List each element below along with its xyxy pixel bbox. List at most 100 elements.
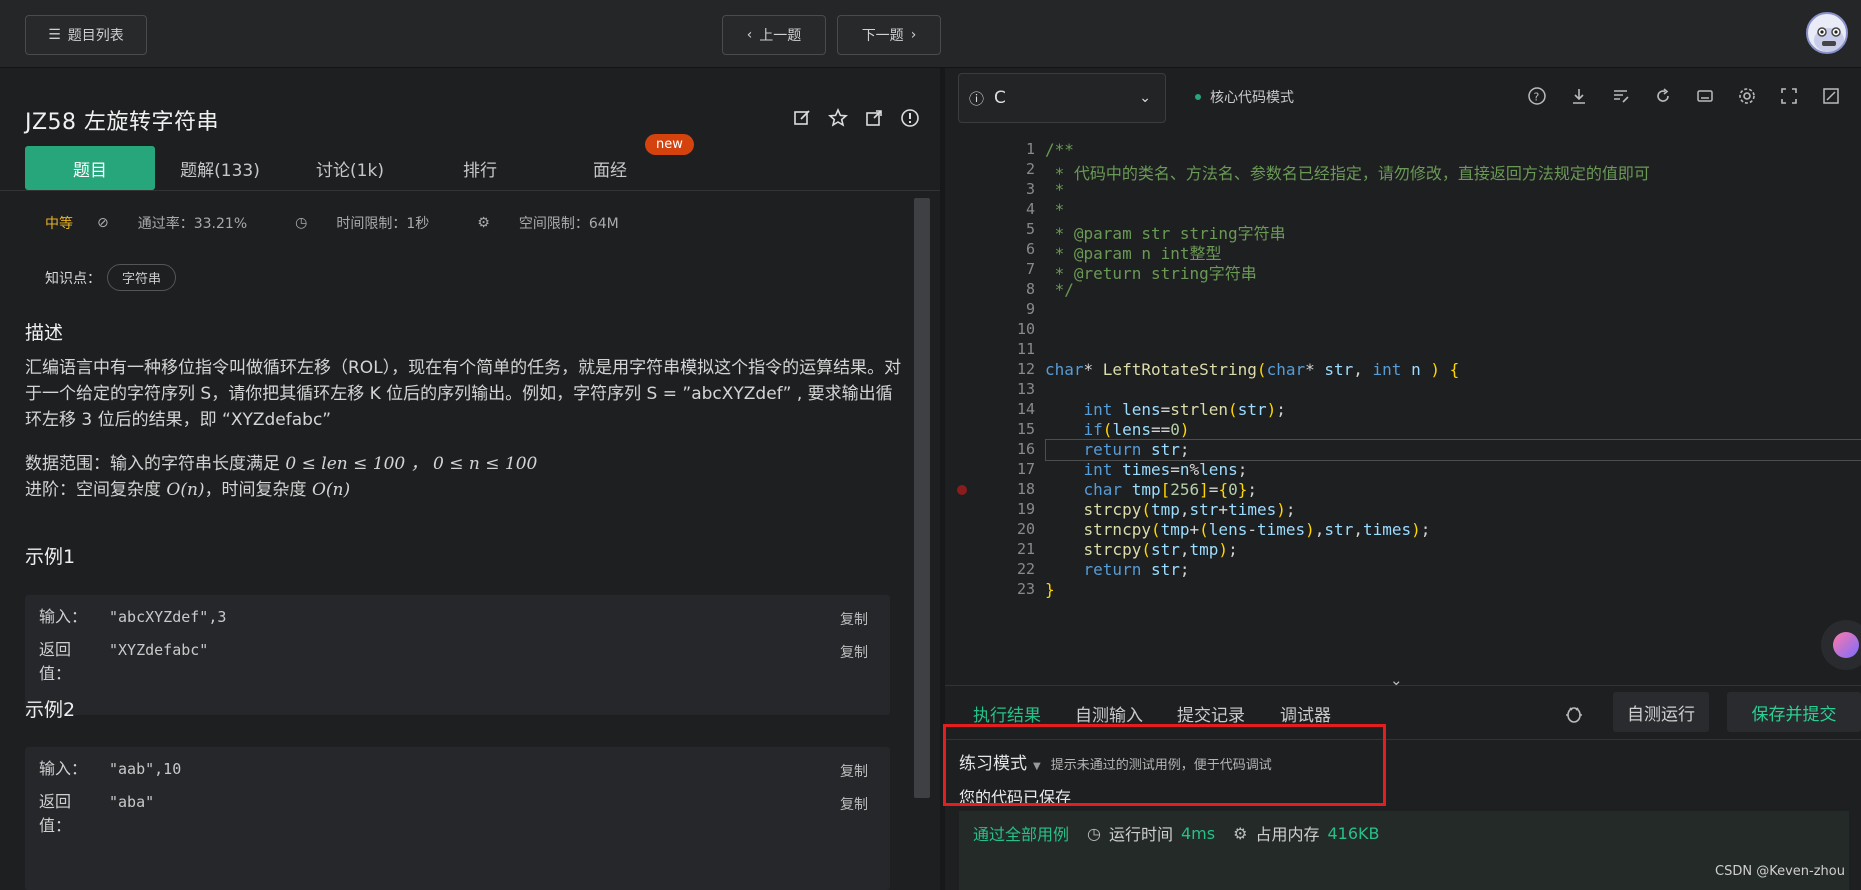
line-number[interactable]: 18 — [995, 480, 1035, 498]
split-view-icon[interactable] — [1821, 86, 1841, 106]
line-number[interactable]: 8 — [995, 280, 1035, 298]
run-button[interactable]: 自测运行 — [1613, 692, 1709, 732]
next-problem-button[interactable]: 下一题 › — [837, 15, 941, 55]
tab-debugger[interactable]: 调试器 — [1280, 701, 1331, 726]
stopwatch-icon: ◷ — [1087, 823, 1101, 843]
tab-execution-result[interactable]: 执行结果 — [973, 701, 1041, 726]
avatar-image-icon — [1814, 27, 1844, 52]
line-number[interactable]: 20 — [995, 520, 1035, 538]
example1-input-copy-button[interactable]: 复制 — [840, 609, 868, 629]
keyboard-icon[interactable] — [1695, 86, 1715, 106]
highlight-box — [943, 724, 1386, 806]
example2-box: 输入： "aab",10 复制 返回值： "aba" 复制 — [25, 747, 890, 890]
result-summary: 通过全部用例 ◷ 运行时间 4ms ⚙ 占用内存 416KB — [973, 821, 1379, 845]
settings-icon[interactable] — [1737, 86, 1757, 106]
line-number[interactable]: 13 — [995, 380, 1035, 398]
save-submit-button[interactable]: 保存并提交 — [1727, 692, 1861, 732]
problem-panel: JZ58 左旋转字符串 题目 题解(133) 讨论(1k) 排行 面经 new … — [0, 68, 940, 890]
tab-discussion[interactable]: 讨论(1k) — [285, 146, 415, 190]
code-line[interactable]: if(lens==0) — [1045, 420, 1190, 439]
code-line[interactable]: */ — [1045, 280, 1074, 299]
code-editor[interactable]: 1 /** 2 * 代码中的类名、方法名、参数名已经指定，请勿修改，直接返回方法规定… — [945, 140, 1861, 685]
example2-heading: 示例2 — [25, 699, 76, 721]
line-number[interactable]: 19 — [995, 500, 1035, 518]
code-line[interactable]: int times=n%lens; — [1045, 460, 1248, 479]
avatar[interactable] — [1806, 12, 1848, 54]
example2-output-row: 返回值： "aba" — [39, 790, 154, 838]
star-icon[interactable] — [828, 108, 848, 128]
line-number[interactable]: 11 — [995, 340, 1035, 358]
help-icon[interactable]: ? — [1527, 86, 1547, 106]
prev-problem-button[interactable]: ‹ 上一题 — [722, 15, 826, 55]
code-line[interactable]: char* LeftRotateString(char* str, int n … — [1045, 360, 1459, 379]
line-number[interactable]: 21 — [995, 540, 1035, 558]
share-icon[interactable] — [864, 108, 884, 128]
code-line[interactable]: } — [1045, 580, 1055, 599]
tab-submission-history[interactable]: 提交记录 — [1177, 701, 1245, 726]
line-number[interactable]: 16 — [995, 440, 1035, 458]
knowledge-tag[interactable]: 字符串 — [107, 264, 177, 291]
code-line[interactable]: char tmp[256]={0}; — [1045, 480, 1257, 499]
code-line[interactable]: * @return string字符串 — [1045, 260, 1257, 284]
fullscreen-icon[interactable] — [1779, 86, 1799, 106]
code-line[interactable]: * — [1045, 200, 1065, 219]
code-line[interactable]: return str; — [1045, 560, 1190, 579]
line-number[interactable]: 9 — [995, 300, 1035, 318]
code-line[interactable]: * 代码中的类名、方法名、参数名已经指定，请勿修改，直接返回方法规定的值即可 — [1045, 160, 1650, 184]
memory-value: 416KB — [1327, 823, 1380, 843]
line-number[interactable]: 17 — [995, 460, 1035, 478]
code-line[interactable]: int lens=strlen(str); — [1045, 400, 1286, 419]
pass-rate: 通过率：33.21% — [137, 216, 248, 232]
code-line[interactable]: strcpy(str,tmp); — [1045, 540, 1238, 559]
line-number[interactable]: 23 — [995, 580, 1035, 598]
code-line[interactable]: strncpy(tmp+(lens-times),str,times); — [1045, 520, 1431, 539]
problem-scrollbar[interactable] — [914, 198, 930, 798]
tab-ranking[interactable]: 排行 — [415, 146, 545, 190]
example1-output-copy-button[interactable]: 复制 — [840, 642, 868, 662]
line-number[interactable]: 22 — [995, 560, 1035, 578]
breakpoint-marker[interactable] — [957, 485, 967, 495]
line-number[interactable]: 7 — [995, 260, 1035, 278]
new-badge: new — [645, 134, 694, 155]
language-select[interactable]: ⓘ C ⌄ — [958, 73, 1166, 123]
example2-output: "aba" — [109, 793, 155, 811]
brain-icon — [1833, 632, 1859, 658]
format-icon[interactable] — [1611, 86, 1631, 106]
line-number[interactable]: 15 — [995, 420, 1035, 438]
code-line[interactable]: /** — [1045, 140, 1074, 159]
code-line[interactable]: * — [1045, 180, 1065, 199]
time-limit: 时间限制：1秒 — [336, 216, 430, 232]
line-number[interactable]: 10 — [995, 320, 1035, 338]
example2-input-copy-button[interactable]: 复制 — [840, 761, 868, 781]
tab-custom-input[interactable]: 自测输入 — [1075, 701, 1143, 726]
chevron-left-icon: ‹ — [746, 27, 753, 43]
code-line[interactable]: strcpy(tmp,str+times); — [1045, 500, 1296, 519]
chevron-right-icon: › — [910, 27, 917, 43]
pass-all-status: 通过全部用例 — [973, 825, 1070, 844]
report-icon[interactable] — [900, 108, 920, 128]
reset-icon[interactable] — [1653, 86, 1673, 106]
example2-output-copy-button[interactable]: 复制 — [840, 794, 868, 814]
line-number[interactable]: 1 — [995, 140, 1035, 158]
tab-solutions[interactable]: 题解(133) — [155, 146, 285, 190]
line-number[interactable]: 14 — [995, 400, 1035, 418]
line-number[interactable]: 3 — [995, 180, 1035, 198]
bug-icon[interactable] — [1563, 702, 1585, 724]
svg-text:?: ? — [1534, 91, 1540, 104]
code-mode[interactable]: 核心代码模式 — [1195, 87, 1294, 107]
problem-meta: 中等 ⊘ 通过率：33.21% ◷ 时间限制：1秒 ⚙ 空间限制：64M — [45, 213, 667, 233]
line-number[interactable]: 2 — [995, 160, 1035, 178]
data-range: 数据范围：输入的字符串长度满足 0 ≤ len ≤ 100 ， 0 ≤ n ≤ … — [25, 454, 538, 474]
download-icon[interactable] — [1569, 86, 1589, 106]
code-line[interactable]: return str; — [1045, 440, 1190, 459]
line-number[interactable]: 6 — [995, 240, 1035, 258]
clock-icon: ◷ — [295, 215, 308, 231]
line-number[interactable]: 12 — [995, 360, 1035, 378]
tab-problem[interactable]: 题目 — [25, 146, 155, 190]
problem-list-button[interactable]: ☰ 题目列表 — [25, 15, 147, 55]
description-heading: 描述 — [25, 322, 64, 344]
line-number[interactable]: 5 — [995, 220, 1035, 238]
edit-icon[interactable] — [792, 108, 812, 128]
knowledge-label: 知识点： — [45, 270, 101, 287]
line-number[interactable]: 4 — [995, 200, 1035, 218]
